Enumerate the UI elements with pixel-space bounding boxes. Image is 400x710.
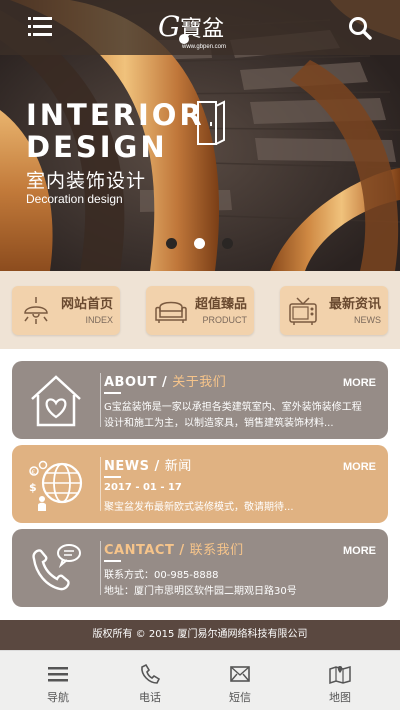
slider-dot-3[interactable] xyxy=(222,238,233,249)
banner-title-line1: INTERIOR xyxy=(26,98,205,132)
about-text-line2: 设计和施工为主，以制造家具，销售建筑装饰材料... xyxy=(104,418,334,429)
news-card[interactable]: € $ NEWS / 新闻 MORE 2017 - 01 - 17 聚宝盆发布最… xyxy=(12,445,388,523)
contact-title-cn: 联系我们 xyxy=(189,543,244,558)
tab-map[interactable]: 地图 xyxy=(290,651,390,710)
phone-chat-icon xyxy=(32,544,81,591)
tab-nav-label: 导航 xyxy=(47,691,69,704)
about-text-line1: G宝盆装饰是一家以承担各类建筑室内、室外装饰装修工程 xyxy=(104,402,362,413)
quick-nav-index-button[interactable]: 网站首页 INDEX xyxy=(12,286,120,335)
about-title-cn: 关于我们 xyxy=(172,375,227,390)
slider-dot-1[interactable] xyxy=(166,238,177,249)
slider-dots xyxy=(164,238,244,250)
search-icon[interactable] xyxy=(348,16,372,40)
news-title: NEWS / 新闻 xyxy=(104,459,192,474)
contact-phone: 联系方式：00-985-8888 xyxy=(104,570,219,581)
tab-sms-label: 短信 xyxy=(229,691,251,704)
quick-nav-news-en: NEWS xyxy=(354,315,381,325)
door-icon xyxy=(197,100,225,145)
contact-more-link[interactable]: MORE xyxy=(343,545,376,557)
map-icon xyxy=(329,666,351,685)
quick-nav-news-button[interactable]: 最新资讯 NEWS xyxy=(280,286,388,335)
title-underline xyxy=(104,560,121,562)
card-divider xyxy=(100,541,101,595)
menu-list-icon xyxy=(48,667,68,682)
tab-phone-label: 电话 xyxy=(139,691,161,704)
about-title: ABOUT / 关于我们 xyxy=(104,375,227,390)
svg-text:$: $ xyxy=(29,481,37,494)
card-divider xyxy=(100,373,101,427)
news-headline: 聚宝盆发布最新欧式装修模式，敬请期待... xyxy=(104,502,294,513)
slider-dot-2[interactable] xyxy=(194,238,205,249)
house-heart-icon xyxy=(31,375,81,427)
quick-nav-index-cn: 网站首页 xyxy=(60,297,113,312)
quick-nav-news-cn: 最新资讯 xyxy=(328,297,381,312)
tab-sms[interactable]: 短信 xyxy=(190,651,290,710)
copyright-bar: 版权所有 © 2015 厦门易尔通网络科技有限公司 xyxy=(0,620,400,650)
contact-address: 地址：厦门市思明区软件园二期观日路30号 xyxy=(104,586,297,597)
title-underline xyxy=(104,476,121,478)
svg-text:€: € xyxy=(32,469,36,476)
quick-nav: 网站首页 INDEX 超值臻品 PRODUCT 最新资讯 NEWS xyxy=(0,271,400,349)
about-card[interactable]: ABOUT / 关于我们 MORE G宝盆装饰是一家以承担各类建筑室内、室外装饰… xyxy=(12,361,388,439)
lamp-icon xyxy=(24,297,48,324)
news-more-link[interactable]: MORE xyxy=(343,461,376,473)
banner-subtitle-cn: 室内装饰设计 xyxy=(26,170,147,192)
tab-nav[interactable]: 导航 xyxy=(8,651,108,710)
bottom-tab-bar: 导航 电话 短信 地图 xyxy=(0,650,400,710)
tv-icon xyxy=(289,297,317,325)
news-title-cn: 新闻 xyxy=(164,459,192,474)
quick-nav-product-cn: 超值臻品 xyxy=(194,297,247,312)
svg-text:G: G xyxy=(158,10,180,43)
quick-nav-product-en: PRODUCT xyxy=(202,315,248,325)
top-header: G 寶盆 www.gbpen.com xyxy=(0,0,400,55)
quick-nav-index-en: INDEX xyxy=(85,315,113,325)
quick-nav-product-button[interactable]: 超值臻品 PRODUCT xyxy=(146,286,254,335)
tab-map-label: 地图 xyxy=(329,691,351,704)
banner-subtitle-en: Decoration design xyxy=(26,192,123,206)
phone-icon xyxy=(141,663,161,684)
news-date: 2017 - 01 - 17 xyxy=(104,482,182,493)
tab-phone[interactable]: 电话 xyxy=(100,651,200,710)
sofa-icon xyxy=(155,301,187,323)
title-underline xyxy=(104,392,121,394)
content-section: ABOUT / 关于我们 MORE G宝盆装饰是一家以承担各类建筑室内、室外装饰… xyxy=(0,349,400,620)
globe-money-icon: € $ xyxy=(29,460,83,511)
site-logo[interactable]: G 寶盆 www.gbpen.com xyxy=(156,6,246,50)
contact-title: CANTACT / 联系我们 xyxy=(104,543,244,558)
mail-icon xyxy=(230,666,250,682)
about-more-link[interactable]: MORE xyxy=(343,377,376,389)
banner-title-line2: DESIGN xyxy=(26,130,168,164)
contact-card[interactable]: CANTACT / 联系我们 MORE 联系方式：00-985-8888 地址：… xyxy=(12,529,388,607)
menu-icon[interactable] xyxy=(28,17,52,37)
logo-url: www.gbpen.com xyxy=(181,44,226,50)
card-divider xyxy=(100,457,101,511)
